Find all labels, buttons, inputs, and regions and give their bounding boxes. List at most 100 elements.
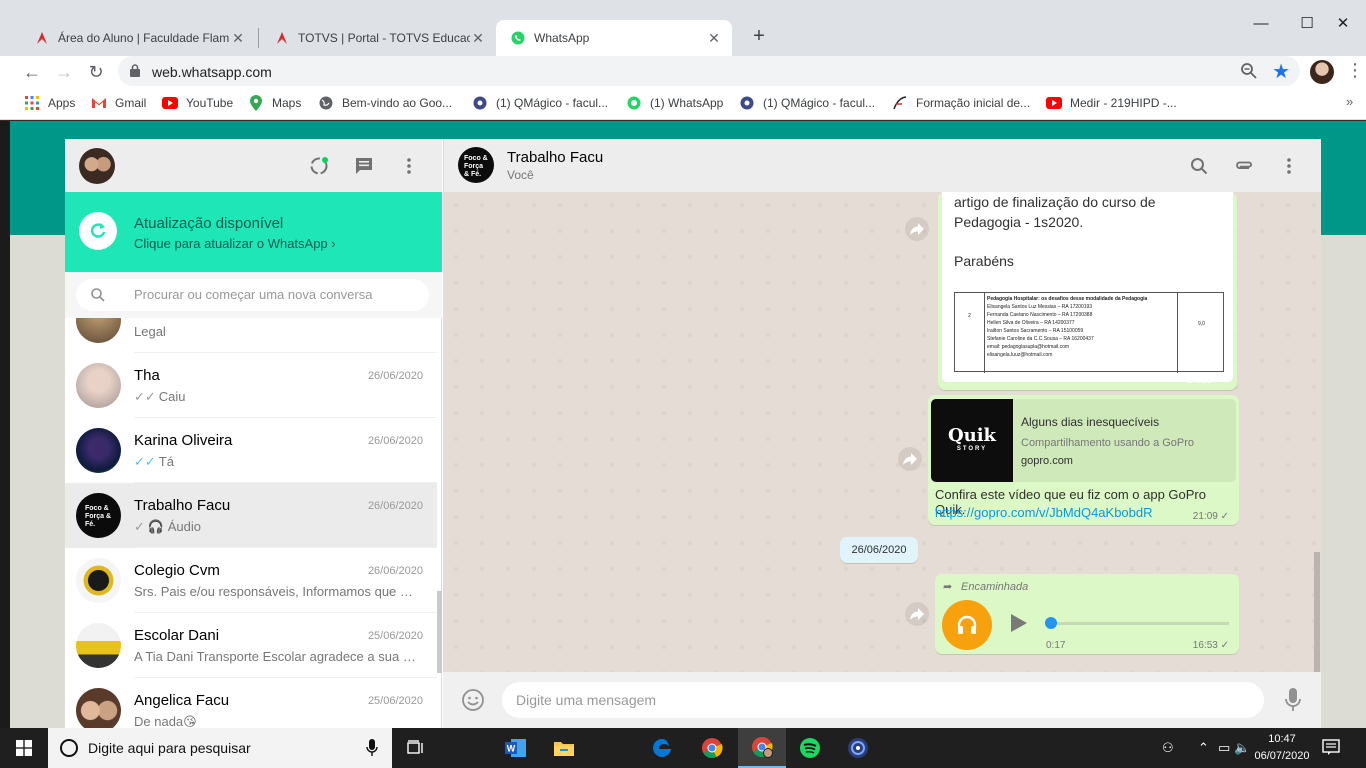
message-link[interactable]: https://gopro.com/v/JbMdQ4aKbobdR bbox=[935, 505, 1153, 520]
doc-line: Hellen Silva de Oliveira – RA 14200377 bbox=[987, 320, 1075, 326]
bookmark-gmail[interactable]: Gmail bbox=[91, 95, 146, 111]
close-icon[interactable]: ✕ bbox=[706, 30, 722, 47]
bookmark-qmagico-2[interactable]: (1) QMágico - facul... bbox=[739, 95, 875, 111]
reload-button[interactable]: ↻ bbox=[84, 60, 108, 84]
chat-info: Angelica Facu 25/06/2020 De nada😘 bbox=[134, 678, 437, 728]
forward-icon[interactable] bbox=[905, 602, 929, 626]
update-banner[interactable]: Atualização disponível Clique para atual… bbox=[65, 192, 442, 272]
word-icon[interactable]: W bbox=[492, 728, 540, 768]
document-image[interactable]: 2 Pedagogia Hospitalar: os desafios dess… bbox=[954, 292, 1225, 373]
chrome-icon[interactable] bbox=[688, 728, 736, 768]
back-button[interactable]: ← bbox=[20, 60, 44, 84]
notification-icon[interactable] bbox=[1322, 738, 1340, 756]
sidebar-header bbox=[65, 139, 442, 192]
minimize-button[interactable]: — bbox=[1238, 12, 1284, 36]
search-icon[interactable] bbox=[1188, 155, 1210, 177]
microphone-icon[interactable] bbox=[1281, 686, 1305, 714]
tab-whatsapp[interactable]: WhatsApp ✕ bbox=[496, 20, 732, 56]
bookmark-apps[interactable]: Apps bbox=[24, 95, 75, 111]
menu-icon[interactable] bbox=[1278, 155, 1300, 177]
start-button[interactable] bbox=[0, 728, 48, 768]
edge-icon[interactable] bbox=[638, 728, 686, 768]
close-icon[interactable]: ✕ bbox=[230, 30, 246, 47]
flamingo-icon bbox=[274, 30, 290, 46]
chrome-menu-icon[interactable]: ⋮ bbox=[1346, 60, 1364, 81]
cortana-icon bbox=[60, 739, 78, 757]
address-bar[interactable]: web.whatsapp.com ★ bbox=[118, 56, 1300, 86]
bookmark-google[interactable]: Bem-vindo ao Goo... bbox=[318, 95, 452, 111]
network-icon[interactable]: ▭ bbox=[1218, 740, 1230, 756]
spotify-icon[interactable] bbox=[786, 728, 834, 768]
system-clock[interactable]: 10:47 06/07/2020 bbox=[1250, 731, 1314, 765]
tab-totvs[interactable]: TOTVS | Portal - TOTVS Educacional ✕ bbox=[260, 20, 496, 56]
forward-icon[interactable] bbox=[898, 447, 922, 471]
update-subtitle[interactable]: Clique para atualizar o WhatsApp › bbox=[134, 236, 336, 251]
chat-item[interactable]: Colegio Cvm 26/06/2020 Srs. Pais e/ou re… bbox=[65, 548, 437, 613]
message-bubble[interactable]: artigo de finalização do curso de Pedago… bbox=[938, 192, 1237, 390]
search-icon bbox=[91, 288, 105, 302]
forward-button[interactable]: → bbox=[52, 60, 76, 84]
zoom-icon[interactable] bbox=[1240, 62, 1258, 80]
chrome-profile-icon[interactable] bbox=[738, 728, 786, 768]
bookmark-medir[interactable]: Medir - 219HIPD -... bbox=[1046, 95, 1177, 111]
apps-grid-icon bbox=[24, 95, 40, 111]
chat-last-message: Srs. Pais e/ou responsáveis, Informamos … bbox=[134, 584, 419, 599]
bookmark-maps[interactable]: Maps bbox=[248, 95, 301, 111]
conversation-scrollbar[interactable] bbox=[1314, 552, 1320, 672]
link-preview[interactable]: Quik STORY Alguns dias inesquecíveis Com… bbox=[931, 399, 1236, 482]
message-input[interactable]: Digite uma mensagem bbox=[502, 682, 1264, 718]
chat-name: Angelica Facu bbox=[134, 692, 230, 709]
audio-message[interactable]: ➦ Encaminhada 0:17 16:53 ✓ bbox=[935, 574, 1239, 654]
forward-icon[interactable] bbox=[905, 217, 929, 241]
more-bookmarks-icon[interactable]: » bbox=[1346, 94, 1353, 109]
doc-grade: 9,0 bbox=[1177, 293, 1225, 373]
bookmark-whatsapp[interactable]: (1) WhatsApp bbox=[626, 95, 723, 111]
svg-text:W: W bbox=[507, 744, 516, 754]
taskbar-search[interactable]: Digite aqui para pesquisar bbox=[48, 728, 392, 768]
taskbar-search-placeholder: Digite aqui para pesquisar bbox=[88, 740, 251, 756]
new-tab-button[interactable]: + bbox=[746, 24, 772, 50]
chat-item-selected[interactable]: Foco & Força & Fé. Trabalho Facu 26/06/2… bbox=[65, 483, 437, 548]
group-avatar[interactable]: Foco & Força & Fé. bbox=[458, 147, 494, 183]
task-view-icon[interactable] bbox=[392, 728, 440, 768]
audio-progress-handle[interactable] bbox=[1045, 617, 1057, 629]
audio-progress-track[interactable] bbox=[1047, 622, 1229, 625]
conversation-header[interactable]: Foco & Força & Fé. Trabalho Facu Você bbox=[443, 139, 1321, 192]
microphone-icon[interactable] bbox=[366, 739, 378, 757]
doc-line: Stefanie Caroline da C.C.Sousa – RA 1620… bbox=[987, 336, 1094, 342]
qmagico-icon bbox=[472, 95, 488, 111]
message-bubble[interactable]: Quik STORY Alguns dias inesquecíveis Com… bbox=[928, 395, 1239, 525]
tab-area-do-aluno[interactable]: Área do Aluno | Faculdade Flamingo ✕ bbox=[20, 20, 256, 56]
app-icon[interactable] bbox=[834, 728, 882, 768]
my-avatar[interactable] bbox=[79, 148, 115, 184]
bookmark-qmagico-1[interactable]: (1) QMágico - facul... bbox=[472, 95, 608, 111]
people-icon[interactable]: ⚇ bbox=[1162, 740, 1174, 756]
doc-line: Pedagogia Hospitalar: os desafios desse … bbox=[987, 296, 1148, 302]
chevron-up-icon[interactable]: ⌃ bbox=[1198, 740, 1209, 756]
chat-item[interactable]: Escolar Dani 25/06/2020 A Tia Dani Trans… bbox=[65, 613, 437, 678]
chat-list-scrollbar[interactable] bbox=[437, 591, 442, 673]
bookmark-formacao[interactable]: Formação inicial de... bbox=[892, 95, 1030, 111]
chat-item[interactable]: Angelica Facu 25/06/2020 De nada😘 bbox=[65, 678, 437, 728]
profile-avatar[interactable] bbox=[1310, 60, 1334, 84]
chat-item[interactable]: Tha 26/06/2020 ✓✓ Caiu bbox=[65, 353, 437, 418]
new-chat-icon[interactable] bbox=[353, 155, 375, 177]
chat-item[interactable]: Legal bbox=[65, 318, 437, 353]
chat-item[interactable]: Karina Oliveira 26/06/2020 ✓✓ Tá bbox=[65, 418, 437, 483]
doc-line: elisangela.Iuuz@hotmail.com bbox=[987, 352, 1053, 358]
status-icon[interactable] bbox=[308, 155, 330, 177]
bookmark-youtube[interactable]: YouTube bbox=[162, 95, 233, 111]
bookmark-star-icon[interactable]: ★ bbox=[1272, 59, 1290, 84]
close-icon[interactable]: ✕ bbox=[470, 30, 486, 47]
doc-line: Irailton Santos Sacramento – RA 15100059 bbox=[987, 328, 1084, 334]
menu-icon[interactable] bbox=[398, 155, 420, 177]
file-explorer-icon[interactable] bbox=[540, 728, 588, 768]
search-input[interactable]: Procurar ou começar uma nova conversa bbox=[76, 279, 429, 311]
chat-date: 26/06/2020 bbox=[367, 500, 423, 512]
emoji-icon[interactable] bbox=[461, 688, 485, 712]
close-window-button[interactable]: ✕ bbox=[1320, 12, 1366, 36]
attach-icon[interactable] bbox=[1233, 155, 1255, 177]
volume-icon[interactable]: 🔈 bbox=[1234, 740, 1250, 756]
message-area: artigo de finalização do curso de Pedago… bbox=[443, 192, 1321, 672]
play-icon[interactable] bbox=[1011, 614, 1027, 632]
